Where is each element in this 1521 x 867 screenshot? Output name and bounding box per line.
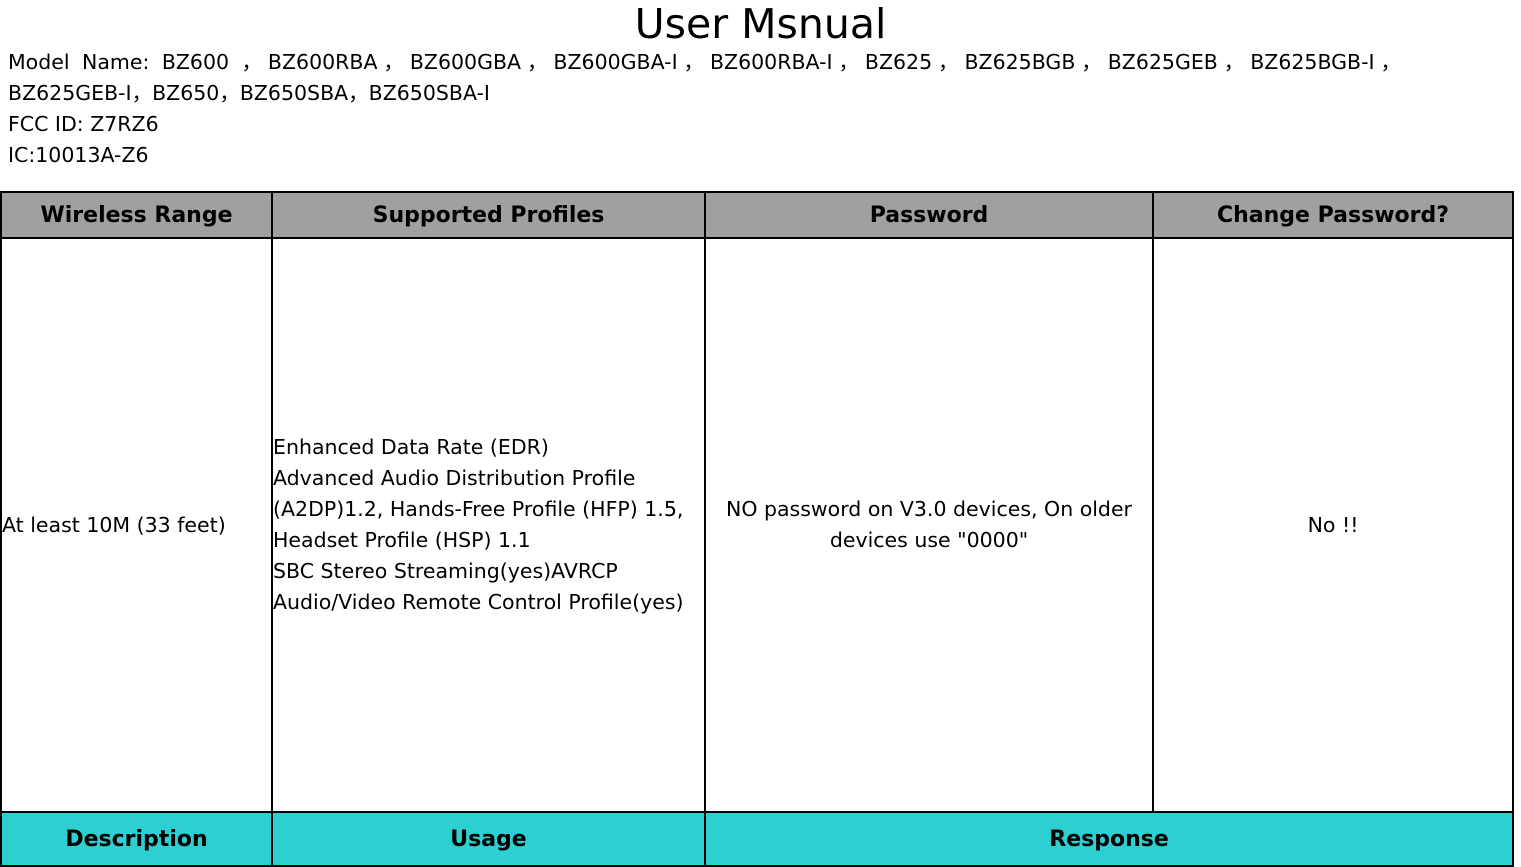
cell-password: NO password on V3.0 devices, On older de… bbox=[704, 237, 1154, 813]
table-footer-row: Description Usage Response bbox=[0, 811, 1514, 867]
document-page: User Msnual Model Name: BZ600 ，BZ600RBA，… bbox=[0, 0, 1521, 867]
cell-wireless-range: At least 10M (33 feet) bbox=[0, 237, 273, 813]
ic-id-line: IC:10013A-Z6 bbox=[8, 143, 149, 167]
fcc-id-line: FCC ID: Z7RZ6 bbox=[8, 112, 159, 136]
page-title: User Msnual bbox=[634, 0, 887, 48]
cell-change-password: No !! bbox=[1152, 237, 1514, 813]
footer-cell-response: Response bbox=[704, 811, 1514, 867]
footer-cell-description: Description bbox=[0, 811, 273, 867]
model-name-line: Model Name: BZ600 ，BZ600RBA，BZ600GBA，BZ6… bbox=[8, 50, 1401, 105]
column-header-password: Password bbox=[704, 191, 1154, 239]
column-header-wireless-range: Wireless Range bbox=[0, 191, 273, 239]
column-header-change-password: Change Password? bbox=[1152, 191, 1514, 239]
specification-table: Wireless Range Supported Profiles Passwo… bbox=[0, 191, 1514, 867]
footer-cell-usage: Usage bbox=[271, 811, 706, 867]
document-metadata: Model Name: BZ600 ，BZ600RBA，BZ600GBA，BZ6… bbox=[0, 47, 1521, 171]
table-row: At least 10M (33 feet) Enhanced Data Rat… bbox=[0, 237, 1514, 813]
column-header-supported-profiles: Supported Profiles bbox=[271, 191, 706, 239]
cell-supported-profiles: Enhanced Data Rate (EDR) Advanced Audio … bbox=[271, 237, 706, 813]
table-header-row: Wireless Range Supported Profiles Passwo… bbox=[0, 191, 1514, 239]
